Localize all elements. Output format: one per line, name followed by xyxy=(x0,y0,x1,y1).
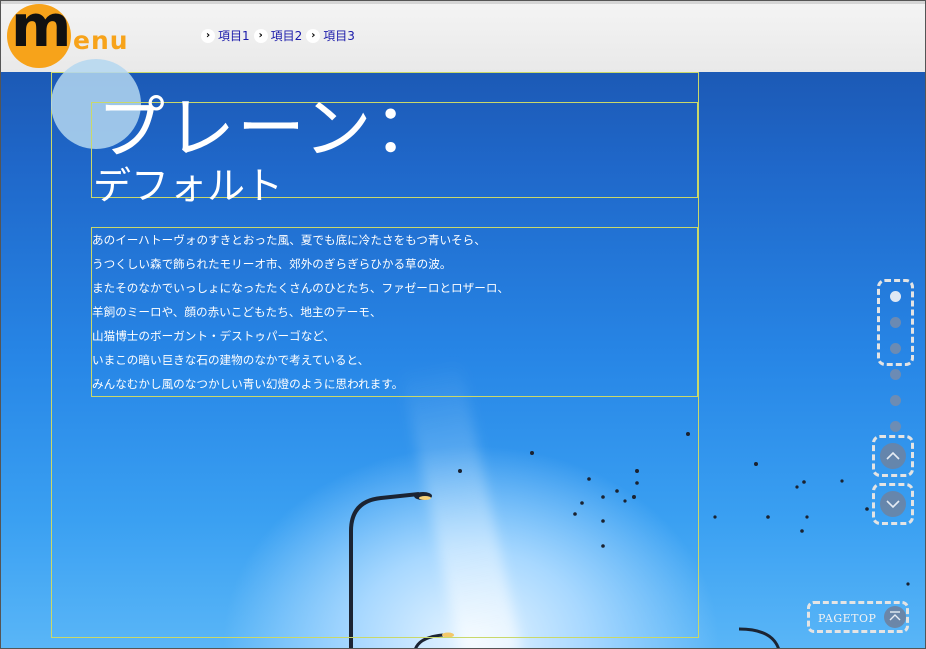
chevron-right-icon: › xyxy=(201,28,215,43)
body-line: あのイーハトーヴォのすきとおった風、夏でも底に冷たさをもつ青いそら、 xyxy=(92,233,486,247)
pagetop-label: PAGETOP xyxy=(818,612,877,625)
body-line: みんなむかし風のなつかしい青い幻燈のように思われます。 xyxy=(92,377,404,391)
page-frame: m enu › 項目1 › 項目2 › 項目3 プレーン： デフォルト あのイー… xyxy=(0,0,926,649)
street-lamp-right xyxy=(738,627,780,648)
nav-dot-2[interactable] xyxy=(890,317,901,328)
breadcrumb-label: 項目2 xyxy=(270,29,303,43)
nav-dot-3[interactable] xyxy=(890,343,901,354)
logo-letter: m xyxy=(11,0,71,60)
body-line: いまこの暗い巨きな石の建物のなかで考えていると、 xyxy=(92,353,370,367)
body-line: うつくしい森で飾られたモリーオ市、郊外のぎらぎらひかる草の波。 xyxy=(92,257,452,271)
chevron-up-icon xyxy=(886,451,900,460)
breadcrumb-label: 項目1 xyxy=(218,29,250,43)
menu-logo[interactable]: m enu xyxy=(7,1,147,68)
header-bar: m enu › 項目1 › 項目2 › 項目3 xyxy=(1,1,925,72)
chevron-down-icon xyxy=(886,500,900,509)
chevron-right-icon: › xyxy=(253,28,268,43)
breadcrumb-item-1[interactable]: › 項目1 xyxy=(201,27,250,44)
page-subtitle: デフォルト xyxy=(93,164,284,208)
breadcrumb-item-3[interactable]: › 項目3 xyxy=(306,27,355,44)
nav-dot-1[interactable] xyxy=(890,291,901,302)
pagetop-button[interactable]: PAGETOP xyxy=(807,601,909,633)
nav-dot-4[interactable] xyxy=(890,369,901,380)
body-line: 羊飼のミーロや、顔の赤いこどもたち、地主のテーモ、 xyxy=(92,305,382,319)
nav-dot-6[interactable] xyxy=(890,421,901,432)
breadcrumb-label: 項目3 xyxy=(323,29,355,43)
body-line: 山猫博士のボーガント・デストゥパーゴなど、 xyxy=(92,329,335,343)
logo-text: enu xyxy=(73,26,129,55)
scroll-down-button[interactable] xyxy=(880,491,906,517)
body-line: またそのなかでいっしょになったたくさんのひとたち、ファゼーロとロザーロ、 xyxy=(92,281,510,295)
breadcrumb: › 項目1 › 項目2 › 項目3 xyxy=(201,27,355,44)
scroll-up-button[interactable] xyxy=(880,443,906,469)
chevron-right-icon: › xyxy=(306,28,321,43)
breadcrumb-item-2[interactable]: › 項目2 xyxy=(253,27,303,44)
body-text: あのイーハトーヴォのすきとおった風、夏でも底に冷たさをもつ青いそら、 うつくしい… xyxy=(92,228,696,396)
arrow-to-top-icon xyxy=(884,606,906,628)
nav-dot-5[interactable] xyxy=(890,395,901,406)
